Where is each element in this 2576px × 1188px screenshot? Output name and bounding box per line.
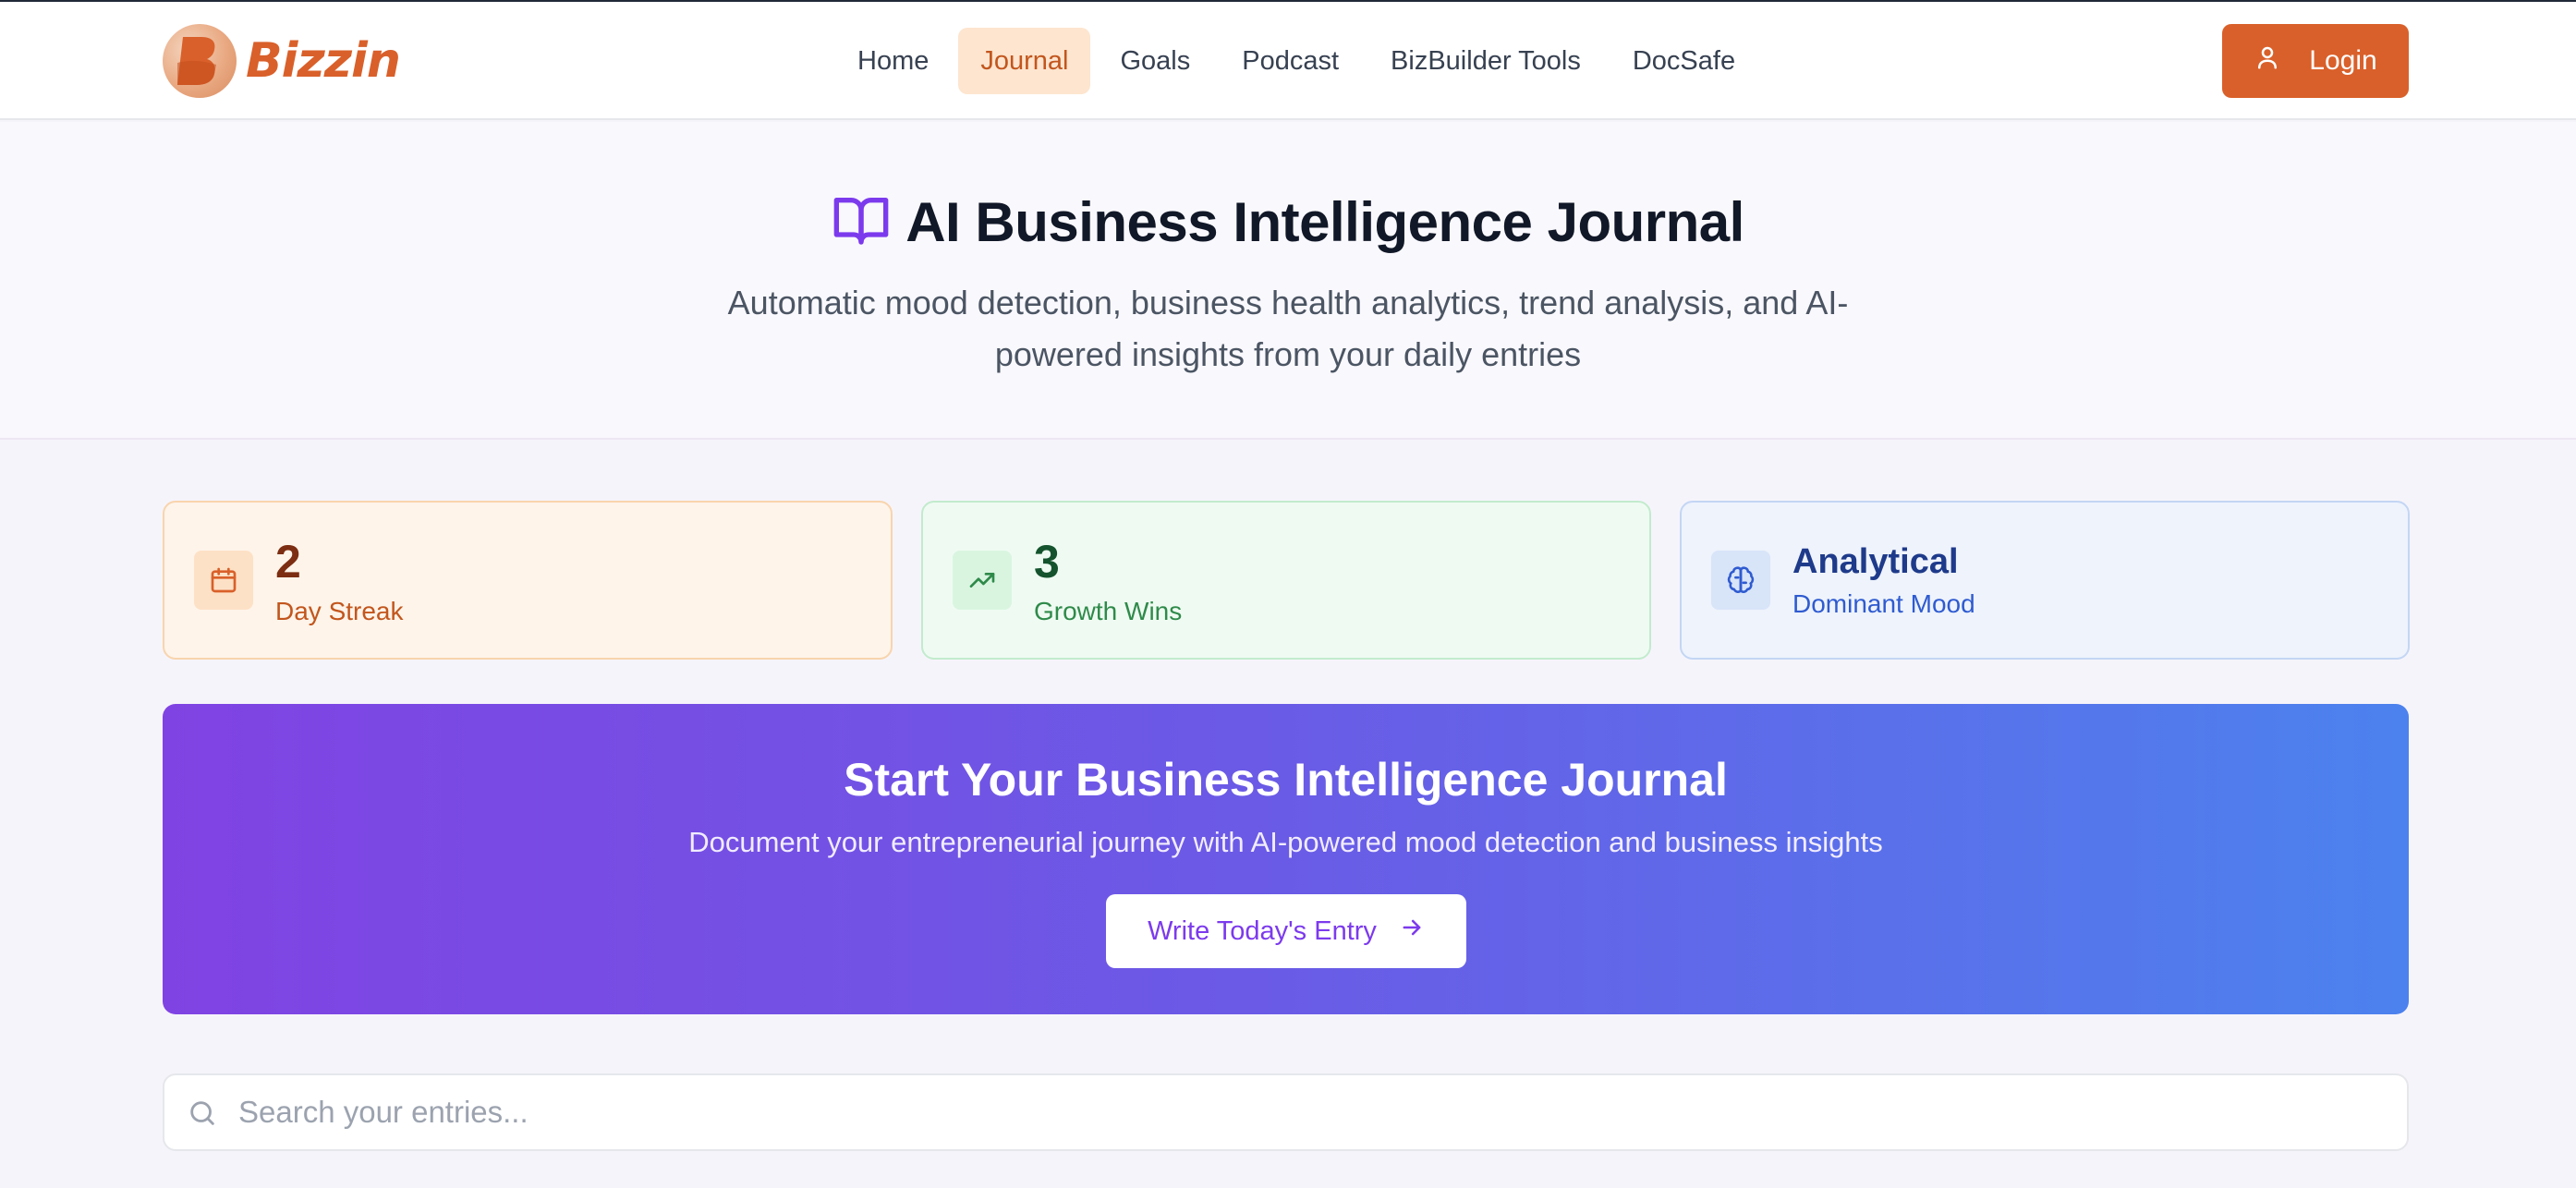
stat-value: 3 (1034, 536, 1060, 588)
page-subtitle: Automatic mood detection, business healt… (727, 284, 1849, 373)
login-label: Login (2309, 45, 2377, 76)
brain-icon (1711, 551, 1770, 610)
search-input[interactable] (238, 1075, 2382, 1149)
hero-title-row: AI Business Intelligence Journal (0, 185, 2576, 259)
nav-home[interactable]: Home (835, 28, 951, 94)
stat-value: Analytical (1792, 542, 1959, 581)
nav-goals[interactable]: Goals (1098, 28, 1212, 94)
book-open-icon (832, 190, 891, 254)
stat-label: Dominant Mood (1792, 589, 1975, 618)
search-bar (163, 1073, 2409, 1151)
nav-docsafe[interactable]: DocSafe (1610, 28, 1757, 94)
journal-cta-banner: Start Your Business Intelligence Journal… (163, 704, 2409, 1014)
stat-value: 2 (275, 536, 301, 588)
stat-card-dominant-mood: Analytical Dominant Mood (1680, 501, 2410, 660)
navbar: Bizzin Home Journal Goals Podcast BizBui… (0, 2, 2576, 120)
calendar-icon (194, 551, 253, 610)
logo-mark-icon (163, 24, 237, 98)
brand-logo[interactable]: Bizzin (163, 24, 401, 98)
nav-podcast[interactable]: Podcast (1220, 28, 1361, 94)
user-icon (2254, 43, 2281, 79)
login-button[interactable]: Login (2222, 24, 2409, 98)
arrow-right-icon (1399, 915, 1425, 948)
main-nav: Home Journal Goals Podcast BizBuilder To… (835, 28, 1765, 94)
search-icon (187, 1097, 218, 1133)
stat-label: Day Streak (275, 597, 404, 625)
stat-card-day-streak: 2 Day Streak (163, 501, 893, 660)
write-entry-label: Write Today's Entry (1148, 915, 1377, 946)
banner-subtitle: Document your entrepreneurial journey wi… (688, 826, 1883, 858)
stat-label: Growth Wins (1034, 597, 1183, 625)
hero-section: AI Business Intelligence Journal Automat… (0, 122, 2576, 440)
write-entry-button[interactable]: Write Today's Entry (1106, 894, 1466, 968)
page-title: AI Business Intelligence Journal (905, 190, 1744, 253)
trending-up-icon (953, 551, 1012, 610)
nav-bizbuilder-tools[interactable]: BizBuilder Tools (1368, 28, 1603, 94)
nav-journal[interactable]: Journal (958, 28, 1091, 94)
stat-card-growth-wins: 3 Growth Wins (921, 501, 1651, 660)
brand-name: Bizzin (246, 33, 401, 89)
banner-title: Start Your Business Intelligence Journal (844, 754, 1728, 806)
